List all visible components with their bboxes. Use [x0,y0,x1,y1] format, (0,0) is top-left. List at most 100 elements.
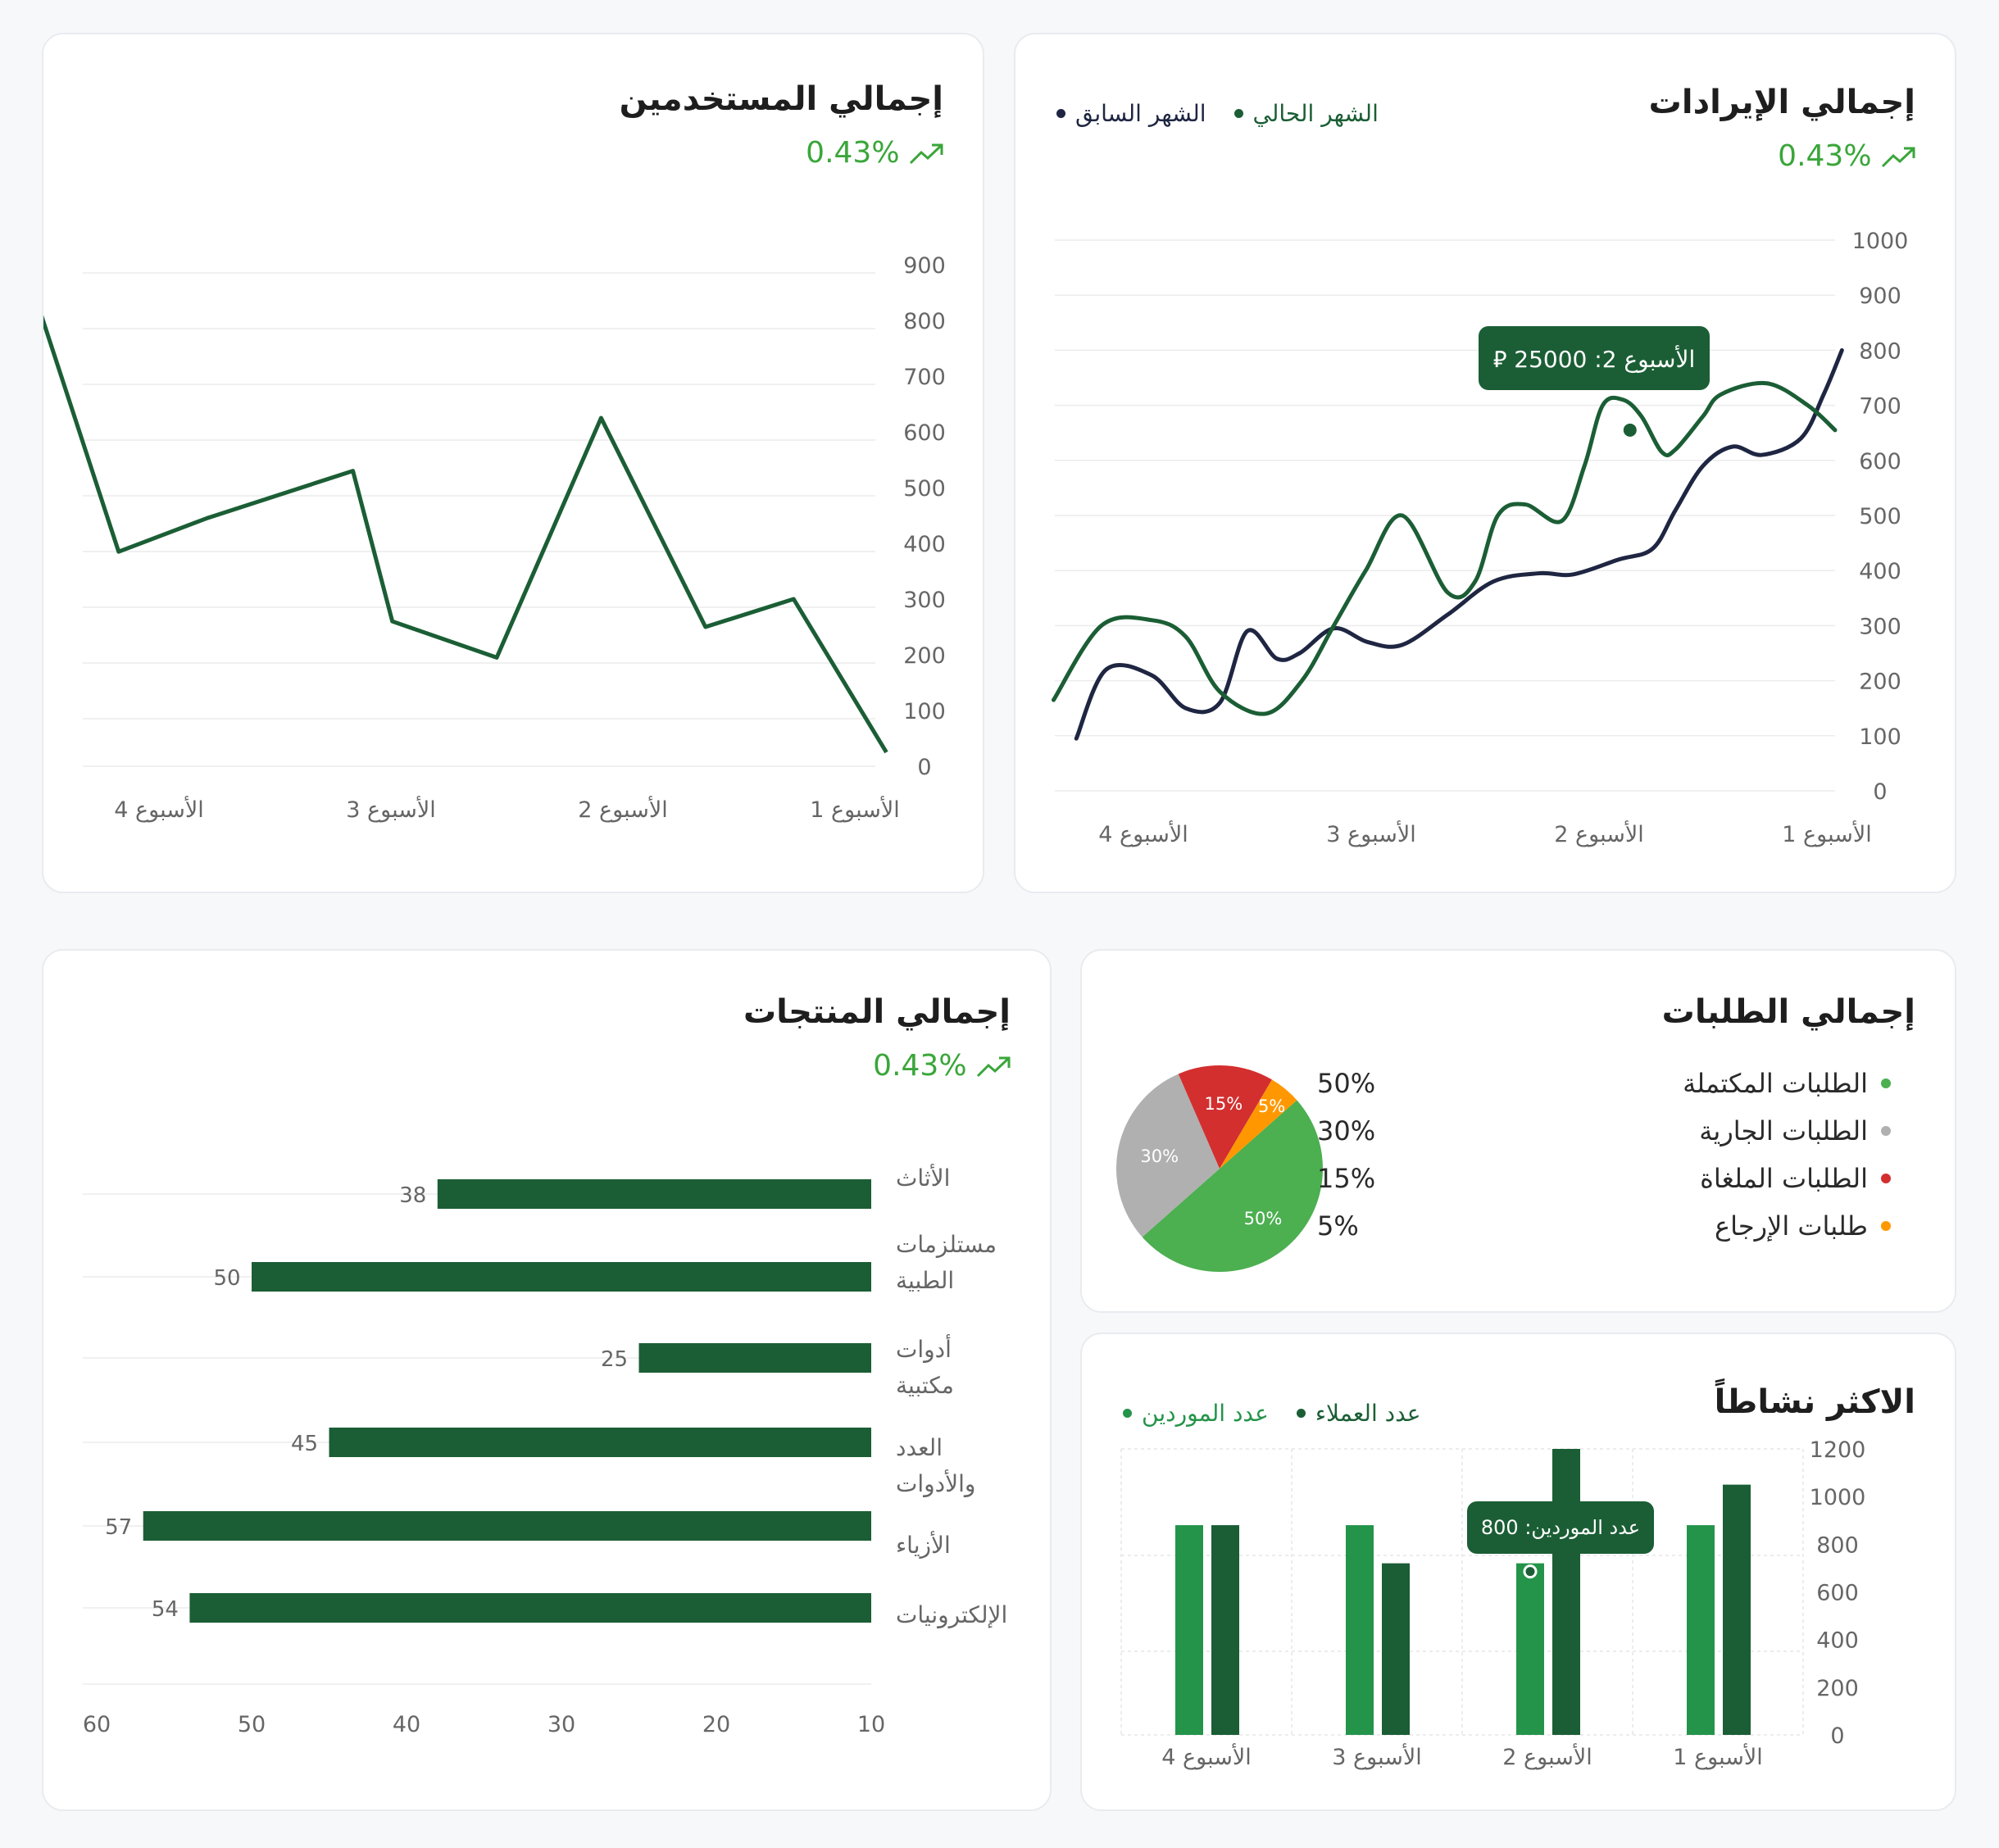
y-tick-label: 100 [903,699,946,724]
y-tick-label: 600 [1816,1581,1859,1606]
x-tick-label: 50 [238,1712,266,1737]
y-tick-label: 900 [903,253,946,279]
y-category-label: الأزياء [896,1530,951,1559]
orders-legend: الطلبات المكتملة 50% الطلبات الجارية 30%… [1317,1060,1891,1250]
activity-card: الاكثر نشاطاً عدد الموردين عدد العملاء 0… [1080,1333,1956,1811]
orders-legend-label: الطلبات المكتملة [1683,1068,1868,1099]
y-category-label: العدد والأدوات [896,1434,975,1497]
y-tick-label: 300 [1859,614,1901,639]
x-tick-label: الأسبوع 1 [810,795,900,823]
category-label-line: مستلزمات [896,1231,997,1258]
product-bar [329,1428,871,1457]
category-label-line: الإلكترونيات [896,1601,1007,1628]
orders-legend-label: الطلبات الجارية [1699,1115,1868,1146]
y-tick-label: 0 [1873,779,1887,805]
revenue-tooltip: الأسبوع 2: 25000 ⃁ [1479,326,1710,390]
y-tick-label: 400 [1859,559,1901,584]
pie-slice-label: 30% [1140,1146,1179,1166]
y-tick-label: 0 [917,755,931,780]
x-tick-label: الأسبوع 4 [114,795,204,823]
product-bar [189,1593,871,1623]
category-label-line: أدوات [896,1333,952,1363]
y-category-label: الإلكترونيات [896,1601,1007,1628]
y-tick-label: 700 [1859,394,1901,420]
bar-value-label: 57 [105,1515,132,1540]
x-tick-label: الأسبوع 2 [1502,1742,1592,1770]
x-tick-label: الأسبوع 3 [1332,1742,1422,1770]
y-tick-label: 600 [903,420,946,446]
bar-value-label: 38 [399,1183,426,1208]
category-label-line: الطبية [896,1267,954,1294]
highlight-point [1620,420,1640,440]
x-tick-label: 40 [393,1712,420,1737]
x-tick-label: الأسبوع 2 [1554,820,1644,847]
orders-legend-pct: 5% [1317,1210,1359,1242]
bar-customers [1723,1484,1751,1735]
x-tick-label: الأسبوع 1 [1782,820,1872,847]
y-tick-label: 1000 [1810,1485,1866,1510]
y-tick-label: 200 [903,643,946,669]
legend-dot-completed [1881,1078,1891,1088]
x-tick-label: الأسبوع 2 [578,795,668,823]
y-tick-label: 800 [903,309,946,334]
y-category-label: مستلزمات الطبية [896,1231,997,1294]
y-category-label: الأثاث [896,1163,950,1192]
y-tick-label: 1200 [1810,1437,1866,1463]
orders-legend-label: طلبات الإرجاع [1715,1210,1868,1242]
y-tick-label: 800 [1816,1532,1859,1558]
bar-suppliers [1516,1563,1544,1735]
legend-dot-ongoing [1881,1126,1891,1136]
product-bar [437,1179,871,1209]
product-bar [638,1343,871,1373]
bar-suppliers [1346,1525,1374,1735]
users-card: إجمالي المستخدمين 0.43% 0 100 200 300 400 500… [42,33,984,893]
x-tick-label: 60 [83,1712,111,1737]
revenue-card: إجمالي الإيرادات 0.43% الشهر السابق الشه… [1014,33,1956,893]
orders-legend-pct: 15% [1317,1163,1376,1194]
y-tick-label: 100 [1859,724,1901,750]
pie-slice-label: 50% [1244,1209,1283,1228]
pie-slice-label: 5% [1258,1097,1285,1116]
x-tick-label: 20 [702,1712,730,1737]
series-line [1051,380,1838,716]
bar-value-label: 25 [601,1347,628,1372]
y-tick-label: 700 [903,365,946,390]
highlight-point [1523,1564,1538,1579]
x-tick-label: 10 [857,1712,885,1737]
pie-slice-label: 15% [1205,1094,1243,1114]
bar-customers [1552,1449,1580,1735]
y-tick-label: 600 [1859,449,1901,474]
y-tick-label: 500 [1859,504,1901,529]
x-tick-label: الأسبوع 3 [346,795,436,823]
bar-customers [1382,1563,1410,1735]
orders-legend-pct: 50% [1317,1068,1376,1099]
orders-legend-returns[interactable]: طلبات الإرجاع 5% [1317,1202,1891,1250]
y-tick-label: 0 [1830,1723,1844,1749]
y-tick-label: 1000 [1852,229,1909,254]
category-label-line: الأزياء [896,1530,951,1559]
y-tick-label: 300 [903,588,946,613]
y-tick-label: 200 [1859,670,1901,695]
orders-card: إجمالي الطلبات 50% 30% 15% 5% الطلبات المكت… [1080,949,1956,1313]
x-tick-label: الأسبوع 3 [1326,820,1416,847]
bar-value-label: 54 [152,1597,179,1622]
orders-legend-completed[interactable]: الطلبات المكتملة 50% [1317,1060,1891,1107]
y-tick-label: 900 [1859,284,1901,309]
bar-value-label: 45 [291,1432,318,1456]
x-tick-label: الأسبوع 4 [1161,1742,1252,1770]
x-tick-label: الأسبوع 1 [1673,1742,1763,1770]
orders-legend-ongoing[interactable]: الطلبات الجارية 30% [1317,1107,1891,1155]
products-chart: 10 20 30 40 50 60 38 50 25 45 57 54 الأثاث مستلزمات ال… [83,1163,1007,1737]
revenue-tooltip-text: الأسبوع 2: 25000 ⃁ [1492,345,1696,373]
bar-suppliers [1687,1525,1715,1735]
category-label-line: مكتبية [896,1372,954,1399]
category-label-line: الأثاث [896,1163,950,1192]
products-card: إجمالي المنتجات 0.43% 10 20 30 40 50 60 38 50 25… [42,949,1052,1811]
orders-title: إجمالي الطلبات [1661,993,1915,1031]
bar-suppliers [1175,1525,1203,1735]
y-tick-label: 200 [1816,1676,1859,1701]
bar-customers [1211,1525,1239,1735]
orders-legend-label: الطلبات الملغاة [1700,1163,1868,1194]
orders-legend-cancelled[interactable]: الطلبات الملغاة 15% [1317,1155,1891,1202]
category-label-line: العدد [896,1434,943,1461]
